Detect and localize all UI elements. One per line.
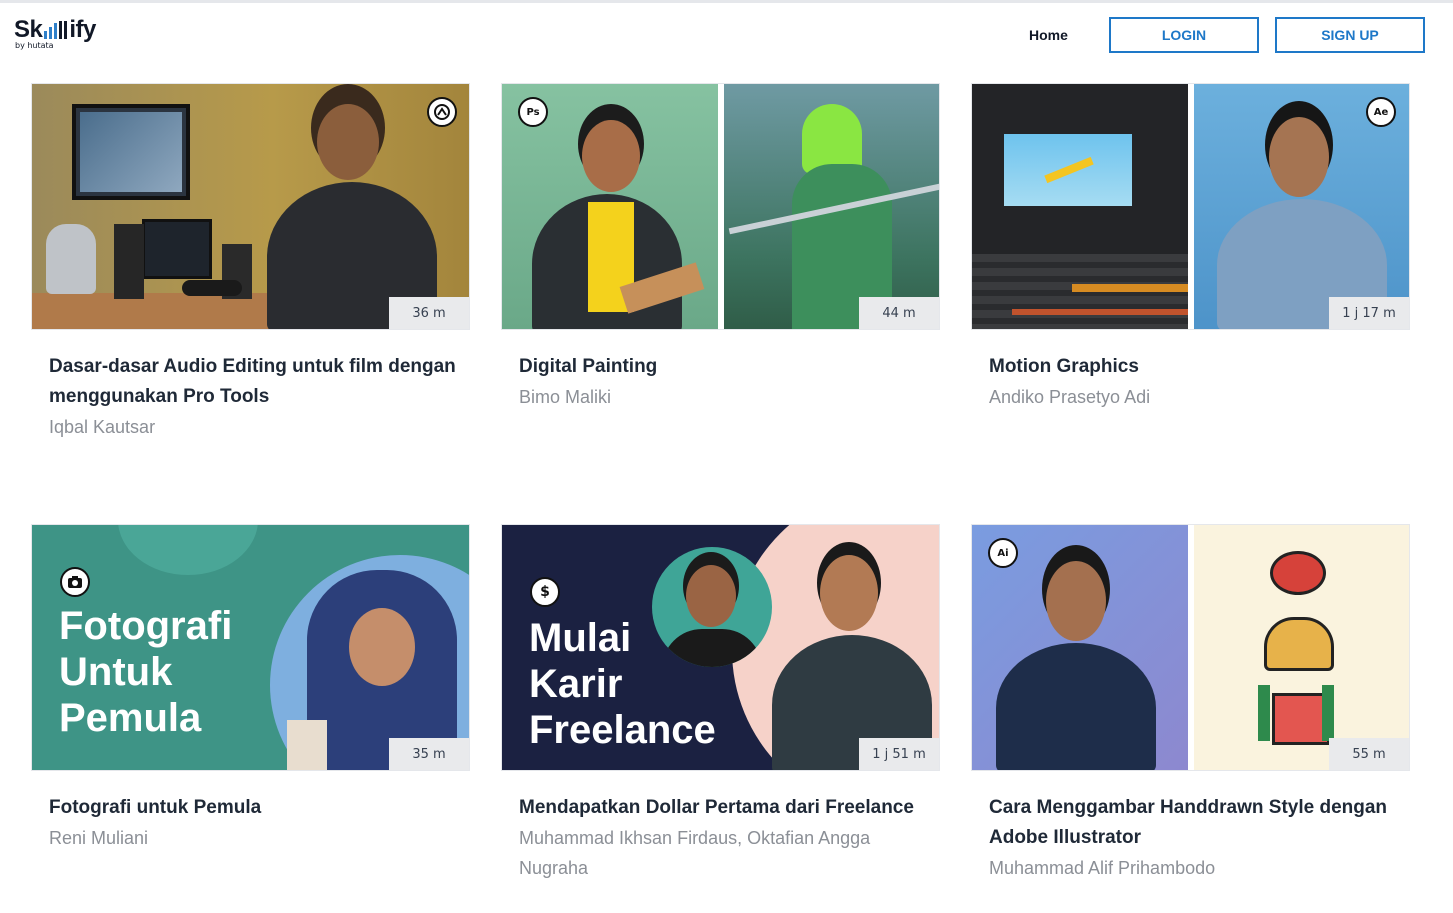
course-title[interactable]: Motion Graphics (971, 352, 1410, 382)
pro-tools-icon (427, 97, 457, 127)
course-title[interactable]: Fotografi untuk Pemula (31, 793, 470, 823)
logo-text-left: Sk (14, 16, 43, 43)
duration-badge: 35 m (389, 738, 469, 770)
course-title[interactable]: Digital Painting (501, 352, 940, 382)
course-thumbnail[interactable]: Ai 55 m (971, 524, 1410, 771)
course-title[interactable]: Mendapatkan Dollar Pertama dari Freelanc… (501, 793, 940, 823)
course-card[interactable]: 36 m Dasar-dasar Audio Editing untuk fil… (31, 83, 470, 442)
course-author: Bimo Maliki (519, 387, 612, 407)
course-author: Andiko Prasetyo Adi (989, 387, 1151, 407)
duration-badge: 1 j 51 m (859, 738, 939, 770)
thumbnail-text-line: Fotografi (59, 604, 233, 648)
course-thumbnail[interactable]: 36 m (31, 83, 470, 330)
logo-text-right: ify (69, 16, 96, 43)
after-effects-icon: Ae (1366, 97, 1396, 127)
course-title[interactable]: Dasar-dasar Audio Editing untuk film den… (31, 352, 470, 412)
logo-bars-icon (44, 21, 68, 39)
course-author: Reni Muliani (49, 828, 149, 848)
course-card[interactable]: Ai 55 m Cara Menggambar Handdrawn Style … (971, 524, 1410, 883)
duration-badge: 1 j 17 m (1329, 297, 1409, 329)
duration-badge: 55 m (1329, 738, 1409, 770)
course-thumbnail[interactable]: Fotografi Untuk Pemula 35 m (31, 524, 470, 771)
course-card[interactable]: Ps 44 m Digital Painting Bimo Maliki (501, 83, 940, 412)
login-button[interactable]: LOGIN (1109, 17, 1259, 53)
photoshop-icon: Ps (518, 97, 548, 127)
duration-badge: 44 m (859, 297, 939, 329)
course-author: Muhammad Ikhsan Firdaus, Oktafian Angga … (519, 828, 871, 878)
course-card[interactable]: Fotografi Untuk Pemula 35 m Fotografi un… (31, 524, 470, 853)
course-author: Muhammad Alif Prihambodo (989, 858, 1216, 878)
camera-icon (60, 567, 90, 597)
thumbnail-text-line: Freelance (529, 708, 716, 752)
course-author: Iqbal Kautsar (49, 417, 156, 437)
course-card[interactable]: Ae 1 j 17 m Motion Graphics Andiko Prase… (971, 83, 1410, 412)
course-thumbnail[interactable]: Ae 1 j 17 m (971, 83, 1410, 330)
course-thumbnail[interactable]: Ps 44 m (501, 83, 940, 330)
thumbnail-text-line: Untuk (59, 650, 173, 694)
illustrator-icon: Ai (988, 538, 1018, 568)
site-header: Sk ify by hutata Home LOGIN SIGN UP (0, 3, 1453, 73)
thumbnail-text-line: Karir (529, 662, 623, 706)
dollar-icon: $ (530, 577, 560, 607)
duration-badge: 36 m (389, 297, 469, 329)
nav-home-link[interactable]: Home (1029, 27, 1068, 43)
skillify-logo[interactable]: Sk ify by hutata (14, 16, 96, 51)
course-thumbnail[interactable]: $ Mulai Karir Freelance 1 j 51 m (501, 524, 940, 771)
signup-button[interactable]: SIGN UP (1275, 17, 1425, 53)
thumbnail-text-line: Mulai (529, 616, 632, 660)
course-title[interactable]: Cara Menggambar Handdrawn Style dengan A… (971, 793, 1410, 853)
thumbnail-text-line: Pemula (59, 696, 202, 740)
course-card[interactable]: $ Mulai Karir Freelance 1 j 51 m Mendapa… (501, 524, 940, 883)
